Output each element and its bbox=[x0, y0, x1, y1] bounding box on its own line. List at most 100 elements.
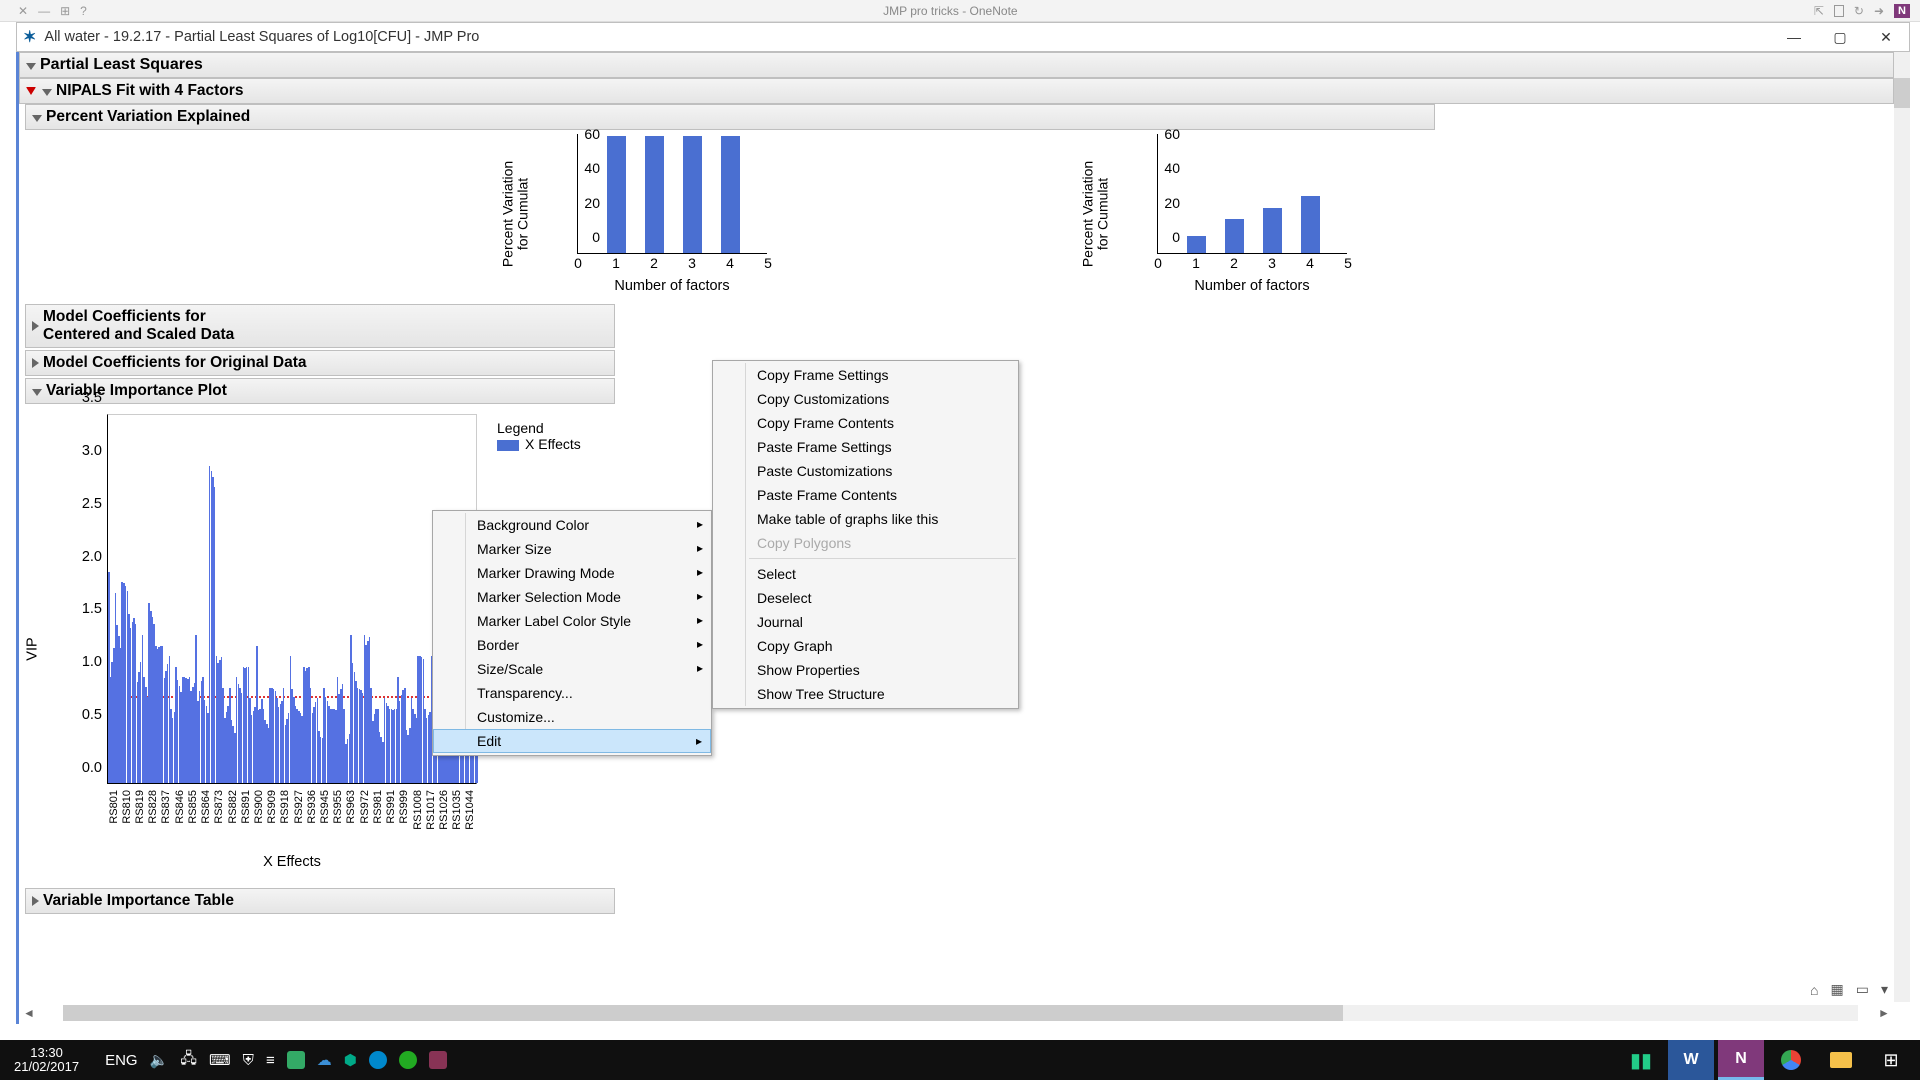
section-nipals-fit[interactable]: NIPALS Fit with 4 Factors bbox=[19, 78, 1894, 104]
menu-item[interactable]: Customize... bbox=[433, 705, 711, 729]
section-model-coefficients-centered[interactable]: Model Coefficients forCentered and Scale… bbox=[25, 304, 615, 348]
home-icon[interactable]: ⌂ bbox=[1806, 980, 1822, 1000]
menu-item[interactable]: Size/Scale bbox=[433, 657, 711, 681]
vertical-scroll-thumb[interactable] bbox=[1894, 78, 1910, 108]
onenote-title: JMP pro tricks - OneNote bbox=[87, 4, 1814, 18]
x-axis-label: X Effects bbox=[107, 854, 477, 870]
vertical-scrollbar[interactable] bbox=[1894, 52, 1910, 1002]
red-triangle-icon[interactable] bbox=[26, 87, 36, 95]
menu-item[interactable]: Marker Drawing Mode bbox=[433, 561, 711, 585]
start-button[interactable]: ⊞ bbox=[1868, 1040, 1914, 1080]
menu-item[interactable]: Background Color bbox=[433, 513, 711, 537]
taskbar-app-onenote[interactable]: N bbox=[1718, 1040, 1764, 1080]
section-partial-least-squares[interactable]: Partial Least Squares bbox=[19, 52, 1894, 78]
battery-icon[interactable]: ⌨ bbox=[209, 1051, 231, 1069]
forward-icon[interactable]: ➜ bbox=[1874, 4, 1884, 18]
onedrive-icon[interactable]: ☁ bbox=[317, 1051, 332, 1069]
taskbar-app-word[interactable]: W bbox=[1668, 1040, 1714, 1080]
menu-item[interactable]: Copy Graph bbox=[713, 634, 1018, 658]
menu-item[interactable]: Border bbox=[433, 633, 711, 657]
chevron-down-icon bbox=[32, 115, 42, 122]
menu-item[interactable]: Deselect bbox=[713, 586, 1018, 610]
menu-item[interactable]: Make table of graphs like this bbox=[713, 507, 1018, 531]
taskbar-app-explorer[interactable] bbox=[1818, 1040, 1864, 1080]
grid-icon[interactable]: ▦ bbox=[1827, 979, 1848, 1000]
x-axis-label: Number of factors bbox=[577, 278, 767, 294]
onenote-titlebar: ✕ — ⊞ ? JMP pro tricks - OneNote ⇱ ↻ ➜ N bbox=[0, 0, 1920, 22]
section-model-coefficients-original[interactable]: Model Coefficients for Original Data bbox=[25, 350, 615, 376]
maximize-button[interactable]: ▢ bbox=[1817, 23, 1863, 51]
taskbar-app-jmp[interactable]: ▮▮ bbox=[1618, 1040, 1664, 1080]
section-variable-importance-table[interactable]: Variable Importance Table bbox=[25, 888, 615, 914]
menu-item[interactable]: Show Tree Structure bbox=[713, 682, 1018, 706]
y-axis-label: VIP bbox=[25, 637, 41, 660]
section-percent-variation[interactable]: Percent Variation Explained bbox=[25, 104, 1435, 130]
jmp-icon: ✶ bbox=[23, 27, 36, 47]
pve-chart-right[interactable]: Percent Variationfor Cumulat 0204060 012… bbox=[1157, 134, 1347, 294]
menu-item[interactable]: Journal bbox=[713, 610, 1018, 634]
minimize-button[interactable]: — bbox=[1771, 23, 1817, 51]
section-variable-importance-plot[interactable]: Variable Importance Plot bbox=[25, 378, 615, 404]
context-submenu-edit[interactable]: Copy Frame SettingsCopy CustomizationsCo… bbox=[712, 360, 1019, 709]
tray-app-icon[interactable] bbox=[429, 1051, 447, 1069]
menu-item[interactable]: Marker Size bbox=[433, 537, 711, 561]
horizontal-scroll-thumb[interactable] bbox=[63, 1005, 1343, 1021]
tray-app-icon[interactable] bbox=[399, 1051, 417, 1069]
scroll-left-icon[interactable]: ◄ bbox=[19, 1006, 39, 1020]
onenote-icon[interactable]: N bbox=[1894, 4, 1910, 18]
menu-item[interactable]: Copy Frame Settings bbox=[713, 363, 1018, 387]
tray-app-icon[interactable] bbox=[287, 1051, 305, 1069]
notifications-icon[interactable]: ≡ bbox=[266, 1052, 275, 1069]
network-icon[interactable]: 🖧 bbox=[180, 1048, 197, 1073]
tray-app-icon[interactable] bbox=[369, 1051, 387, 1069]
volume-icon[interactable]: 🔈 bbox=[150, 1051, 169, 1069]
chevron-right-icon bbox=[32, 896, 39, 906]
dropdown-icon[interactable]: ▾ bbox=[1877, 979, 1892, 1000]
help-icon[interactable]: ? bbox=[80, 4, 87, 18]
menu-item[interactable]: Paste Customizations bbox=[713, 459, 1018, 483]
close-icon[interactable]: ✕ bbox=[18, 4, 28, 18]
pin-icon[interactable]: ⇱ bbox=[1814, 4, 1824, 18]
chevron-right-icon bbox=[32, 321, 39, 331]
jmp-window-title: All water - 19.2.17 - Partial Least Squa… bbox=[44, 29, 1771, 45]
menu-item[interactable]: Marker Selection Mode bbox=[433, 585, 711, 609]
close-button[interactable]: ✕ bbox=[1863, 23, 1909, 51]
system-tray[interactable]: ENG 🔈 🖧 ⌨ ⛨ ≡ ☁ ⬢ bbox=[93, 1048, 459, 1073]
rect-icon[interactable]: ▭ bbox=[1852, 979, 1873, 1000]
taskbar-clock[interactable]: 13:30 21/02/2017 bbox=[0, 1046, 93, 1075]
language-indicator[interactable]: ENG bbox=[105, 1052, 138, 1069]
legend-swatch bbox=[497, 440, 519, 451]
y-axis-label: Percent Variationfor Cumulat bbox=[1080, 161, 1111, 267]
pve-chart-left[interactable]: Percent Variationfor Cumulat 0204060 012… bbox=[577, 134, 767, 294]
menu-item[interactable]: Select bbox=[713, 562, 1018, 586]
dash-icon[interactable]: — bbox=[38, 4, 50, 18]
taskbar-app-chrome[interactable] bbox=[1768, 1040, 1814, 1080]
menu-item[interactable]: Edit bbox=[433, 729, 711, 753]
taskbar[interactable]: 13:30 21/02/2017 ENG 🔈 🖧 ⌨ ⛨ ≡ ☁ ⬢ ▮▮ W … bbox=[0, 1040, 1920, 1080]
rect-icon[interactable] bbox=[1834, 5, 1844, 17]
context-menu-frame[interactable]: Background ColorMarker SizeMarker Drawin… bbox=[432, 510, 712, 756]
menu-item: Copy Polygons bbox=[713, 531, 1018, 555]
menu-item[interactable]: Paste Frame Settings bbox=[713, 435, 1018, 459]
menu-item[interactable]: Paste Frame Contents bbox=[713, 483, 1018, 507]
legend: Legend X Effects bbox=[497, 420, 581, 452]
refresh-icon[interactable]: ↻ bbox=[1854, 4, 1864, 18]
shield-icon[interactable]: ⛨ bbox=[243, 1052, 254, 1069]
chevron-right-icon bbox=[32, 358, 39, 368]
menu-item[interactable]: Transparency... bbox=[433, 681, 711, 705]
menu-item[interactable]: Copy Customizations bbox=[713, 387, 1018, 411]
menu-item[interactable]: Show Properties bbox=[713, 658, 1018, 682]
nav-icons: ⌂ ▦ ▭ ▾ bbox=[1806, 979, 1892, 1000]
chevron-down-icon bbox=[32, 389, 42, 396]
menu-item[interactable]: Marker Label Color Style bbox=[433, 609, 711, 633]
dropbox-icon[interactable]: ⬢ bbox=[344, 1051, 357, 1069]
plus-icon[interactable]: ⊞ bbox=[60, 4, 70, 18]
scroll-right-icon[interactable]: ► bbox=[1874, 1006, 1894, 1020]
horizontal-scrollbar[interactable]: ◄ ► bbox=[19, 1002, 1894, 1024]
chevron-down-icon bbox=[26, 63, 36, 70]
chevron-down-icon bbox=[42, 89, 52, 96]
y-axis-label: Percent Variationfor Cumulat bbox=[500, 161, 531, 267]
jmp-window-titlebar: ✶ All water - 19.2.17 - Partial Least Sq… bbox=[16, 22, 1910, 52]
menu-item[interactable]: Copy Frame Contents bbox=[713, 411, 1018, 435]
x-axis-label: Number of factors bbox=[1157, 278, 1347, 294]
